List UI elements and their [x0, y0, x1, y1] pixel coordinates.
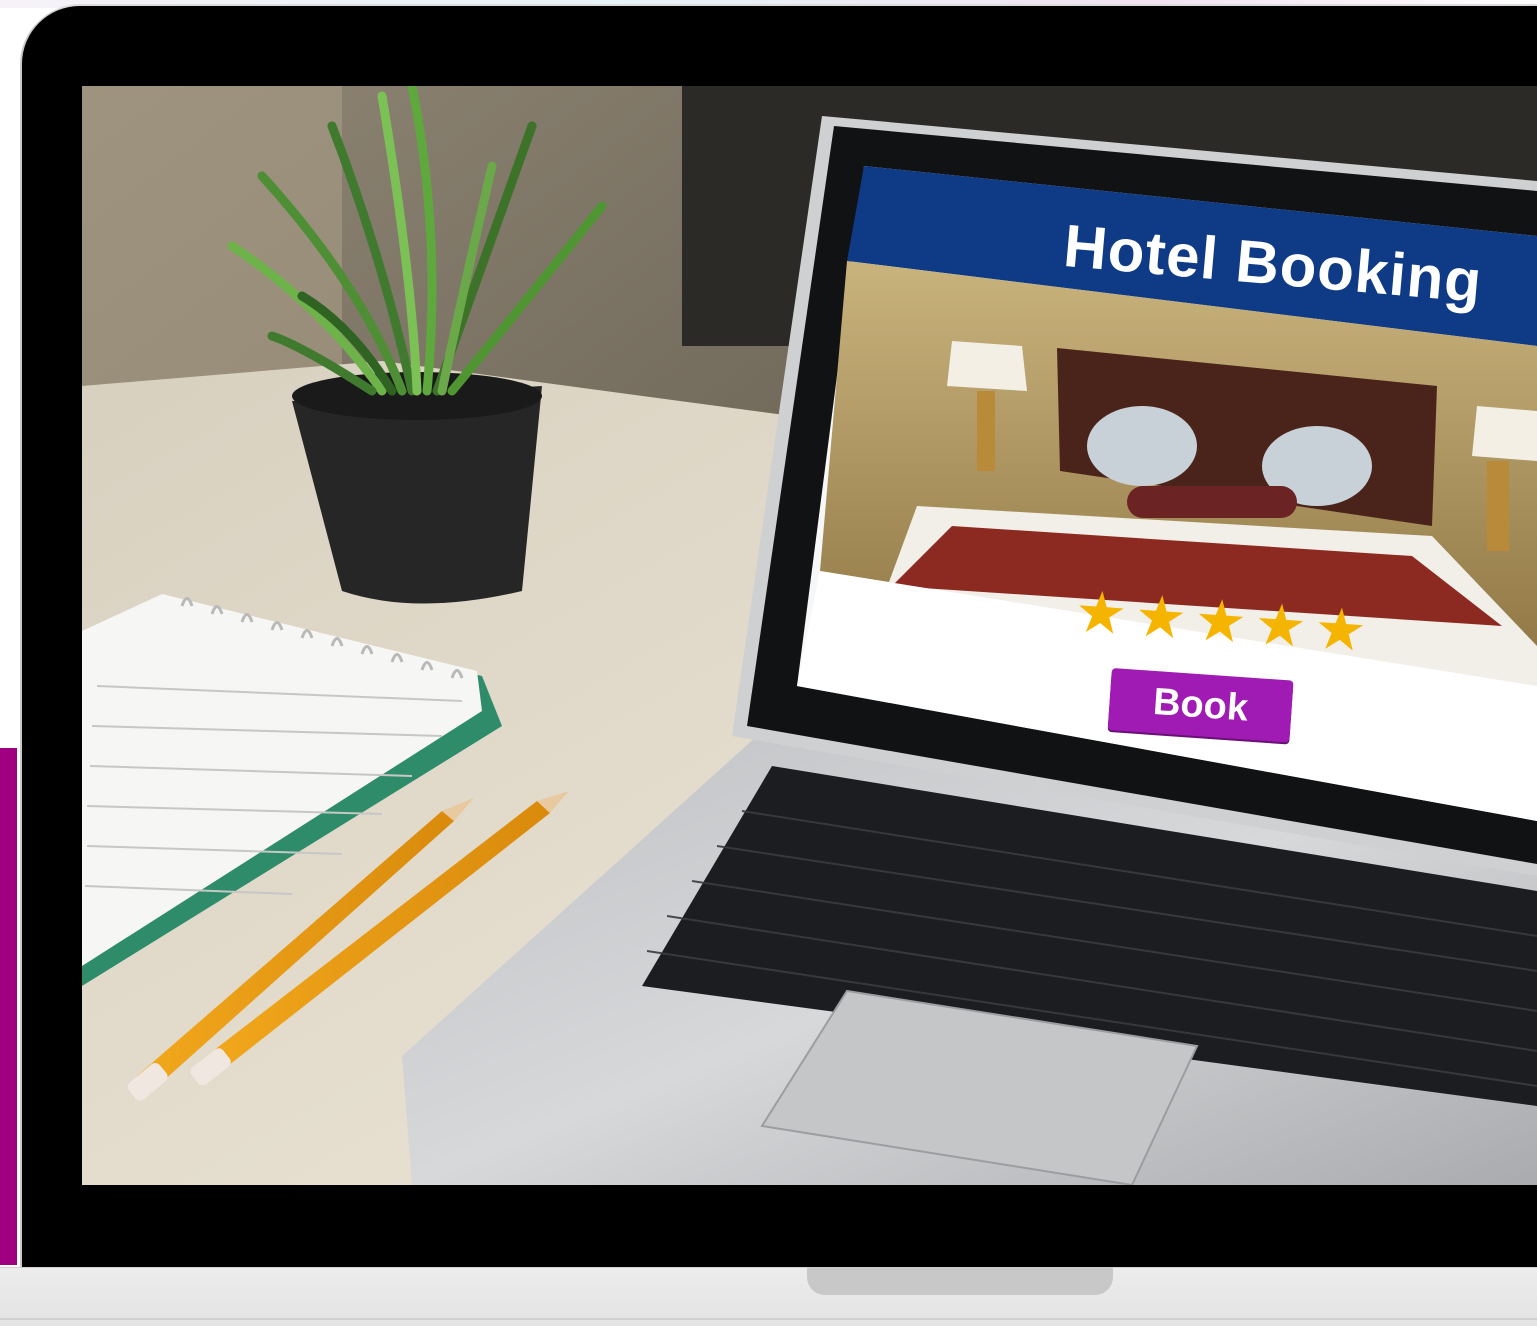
side-accent-bar [0, 748, 17, 1265]
desk-photo-scene [82, 86, 1537, 1185]
monitor-base-edge [0, 1318, 1537, 1320]
desk-photo: Hotel Booking ★ ★ ★ ★ ★ Book [82, 86, 1537, 1185]
monitor-base-notch [807, 1267, 1113, 1295]
